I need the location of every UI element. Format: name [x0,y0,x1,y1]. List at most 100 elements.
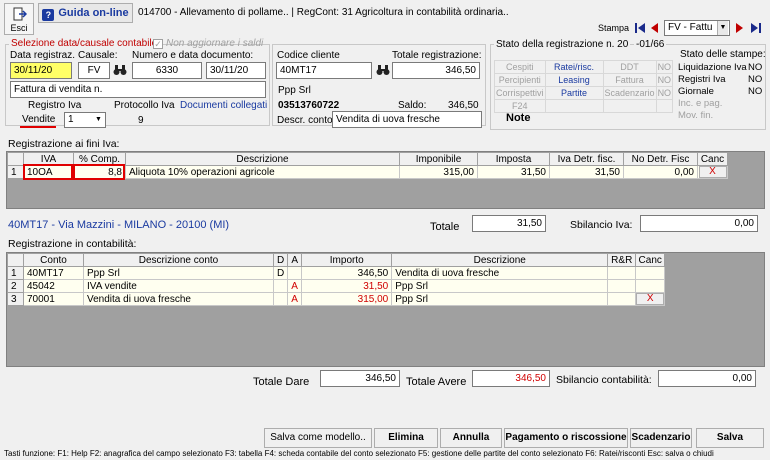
importo-cell[interactable]: 315,00 [301,292,393,306]
dare-cell[interactable]: D [272,266,289,280]
imponibile-cell[interactable]: 315,00 [399,165,478,179]
status-scadenzario-value: NO [655,86,674,100]
importo-cell[interactable]: 346,50 [301,266,393,280]
detr-col-header[interactable]: Iva Detr. fisc. [549,152,624,166]
status-fattura-value: NO [655,73,674,87]
nav-prev-button[interactable] [648,20,660,36]
conto-cell[interactable]: 70001 [23,292,84,306]
highlight-iva-cell [23,164,73,180]
conto-cell[interactable]: 45042 [23,279,84,293]
nav-next-button[interactable] [734,20,746,36]
dare-col-header[interactable]: D [272,253,289,267]
rr-col-header[interactable]: R&R [607,253,637,267]
imposta-cell[interactable]: 31,50 [477,165,550,179]
imponibile-col-header[interactable]: Imponibile [399,152,478,166]
status-partite[interactable]: Partite [544,86,604,100]
status-scadenzario[interactable]: Scadenzario [602,86,657,100]
iva-imbalance-field: 0,00 [640,215,758,232]
status-fattura[interactable]: Fattura [602,73,657,87]
canc-col-header[interactable]: Canc [635,253,666,267]
payment-button[interactable]: Pagamento o riscossione [504,428,628,448]
importo-col-header[interactable]: Importo [301,253,393,267]
status-ratei[interactable]: Ratei/risc. [544,60,604,74]
canc-cell[interactable] [635,266,666,280]
descr-col-header[interactable]: Descrizione [125,152,400,166]
reg-date-field[interactable]: 30/11/20 [10,62,72,79]
status-cespiti[interactable]: Cespiti [494,60,546,74]
detr-cell[interactable]: 31,50 [549,165,624,179]
register-number-select[interactable]: 1 ▼ [64,112,106,128]
cancel-button[interactable]: Annulla [440,428,502,448]
status-empty [655,99,674,113]
nodetr-col-header[interactable]: No Detr. Fisc [623,152,698,166]
delete-row-button[interactable]: X [636,293,664,305]
customer-phone: 03513760722 [278,100,340,111]
help-online-button[interactable]: ? Guida on-line [38,3,133,23]
rr-cell[interactable] [607,279,637,293]
save-as-model-button[interactable]: Salva come modello.. [264,428,372,448]
customer-code-field[interactable]: 40MT17 [276,62,372,79]
descrizione-cell[interactable]: Ppp Srl [391,279,609,293]
status-ddt[interactable]: DDT [602,60,657,74]
schedule-button[interactable]: Scadenzario [630,428,692,448]
canc-cell[interactable] [635,279,666,293]
iva-grid: IVA % Comp. Descrizione Imponibile Impos… [6,151,765,209]
avere-cell[interactable]: A [287,292,303,306]
dare-cell[interactable] [272,279,289,293]
causale-field[interactable]: FV [78,62,110,79]
table-row[interactable]: 3 70001 Vendita di uova fresche A 315,00… [7,292,666,306]
note-label[interactable]: Note [506,112,530,124]
table-row[interactable]: 2 45042 IVA vendite A 31,50 Ppp Srl [7,279,666,293]
rr-cell[interactable] [607,266,637,280]
canc-cell: X [635,292,666,306]
nav-first-button[interactable] [634,20,646,36]
description-field[interactable]: Fattura di vendita n. [10,81,266,98]
iva-imbalance-label: Sbilancio Iva: [570,219,633,231]
protocol-value: 9 [138,115,144,126]
status-f24[interactable]: F24 [494,99,546,113]
canc-col-header[interactable]: Canc [697,152,728,166]
binoculars-icon[interactable] [376,64,390,76]
descr-conto-cell[interactable]: IVA vendite [83,279,274,293]
delete-row-button[interactable]: X [698,166,727,178]
descr-cell[interactable]: Aliquota 10% operazioni agricole [125,165,400,179]
print-status-incpag: Inc. e pag. [678,98,723,109]
descr-conto-cell[interactable]: Vendita di uova fresche [83,292,274,306]
status-percipienti[interactable]: Percipienti [494,73,546,87]
dare-cell[interactable] [272,292,289,306]
status-leasing[interactable]: Leasing [544,73,604,87]
canc-cell: X [697,165,728,179]
linked-docs-link[interactable]: Documenti collegati [180,100,267,111]
avere-cell[interactable]: A [287,279,303,293]
status-corrispettivi[interactable]: Corrispettivi [494,86,546,100]
accounting-header-row: Conto Descrizione conto D A Importo Desc… [7,253,666,267]
doc-type-select[interactable]: FV - Fattu ▼ [664,20,730,36]
importo-cell[interactable]: 31,50 [301,279,393,293]
descr-conto-col-header[interactable]: Descrizione conto [83,253,274,267]
no-update-checkbox[interactable]: ✓ [153,39,163,49]
descr-conto-cell[interactable]: Ppp Srl [83,266,274,280]
exit-button[interactable]: Esci [4,3,34,35]
doc-number-field[interactable]: 6330 [132,62,202,79]
table-row[interactable]: 1 40MT17 Ppp Srl D 346,50 Vendita di uov… [7,266,666,280]
iva-total-label: Totale [430,221,460,233]
avere-cell[interactable] [287,266,303,280]
descrizione-cell[interactable]: Ppp Srl [391,292,609,306]
nav-last-button[interactable] [750,20,764,36]
rr-cell[interactable] [607,292,637,306]
iva-section-title: Registrazione ai fini Iva: [8,138,120,150]
nodetr-cell[interactable]: 0,00 [623,165,698,179]
save-button[interactable]: Salva [696,428,764,448]
avere-col-header[interactable]: A [287,253,303,267]
conto-col-header[interactable]: Conto [23,253,84,267]
doc-date-field[interactable]: 30/11/20 [206,62,266,79]
imposta-col-header[interactable]: Imposta [477,152,550,166]
total-registration-field[interactable]: 346,50 [392,62,480,79]
account-descr-field[interactable]: Vendita di uova fresche [332,111,482,128]
conto-cell[interactable]: 40MT17 [23,266,84,280]
binoculars-icon[interactable] [113,64,127,76]
delete-button[interactable]: Elimina [374,428,438,448]
descrizione-cell[interactable]: Vendita di uova fresche [391,266,609,280]
account-descr-label: Descr. conto [277,115,333,126]
descrizione-col-header[interactable]: Descrizione [391,253,609,267]
